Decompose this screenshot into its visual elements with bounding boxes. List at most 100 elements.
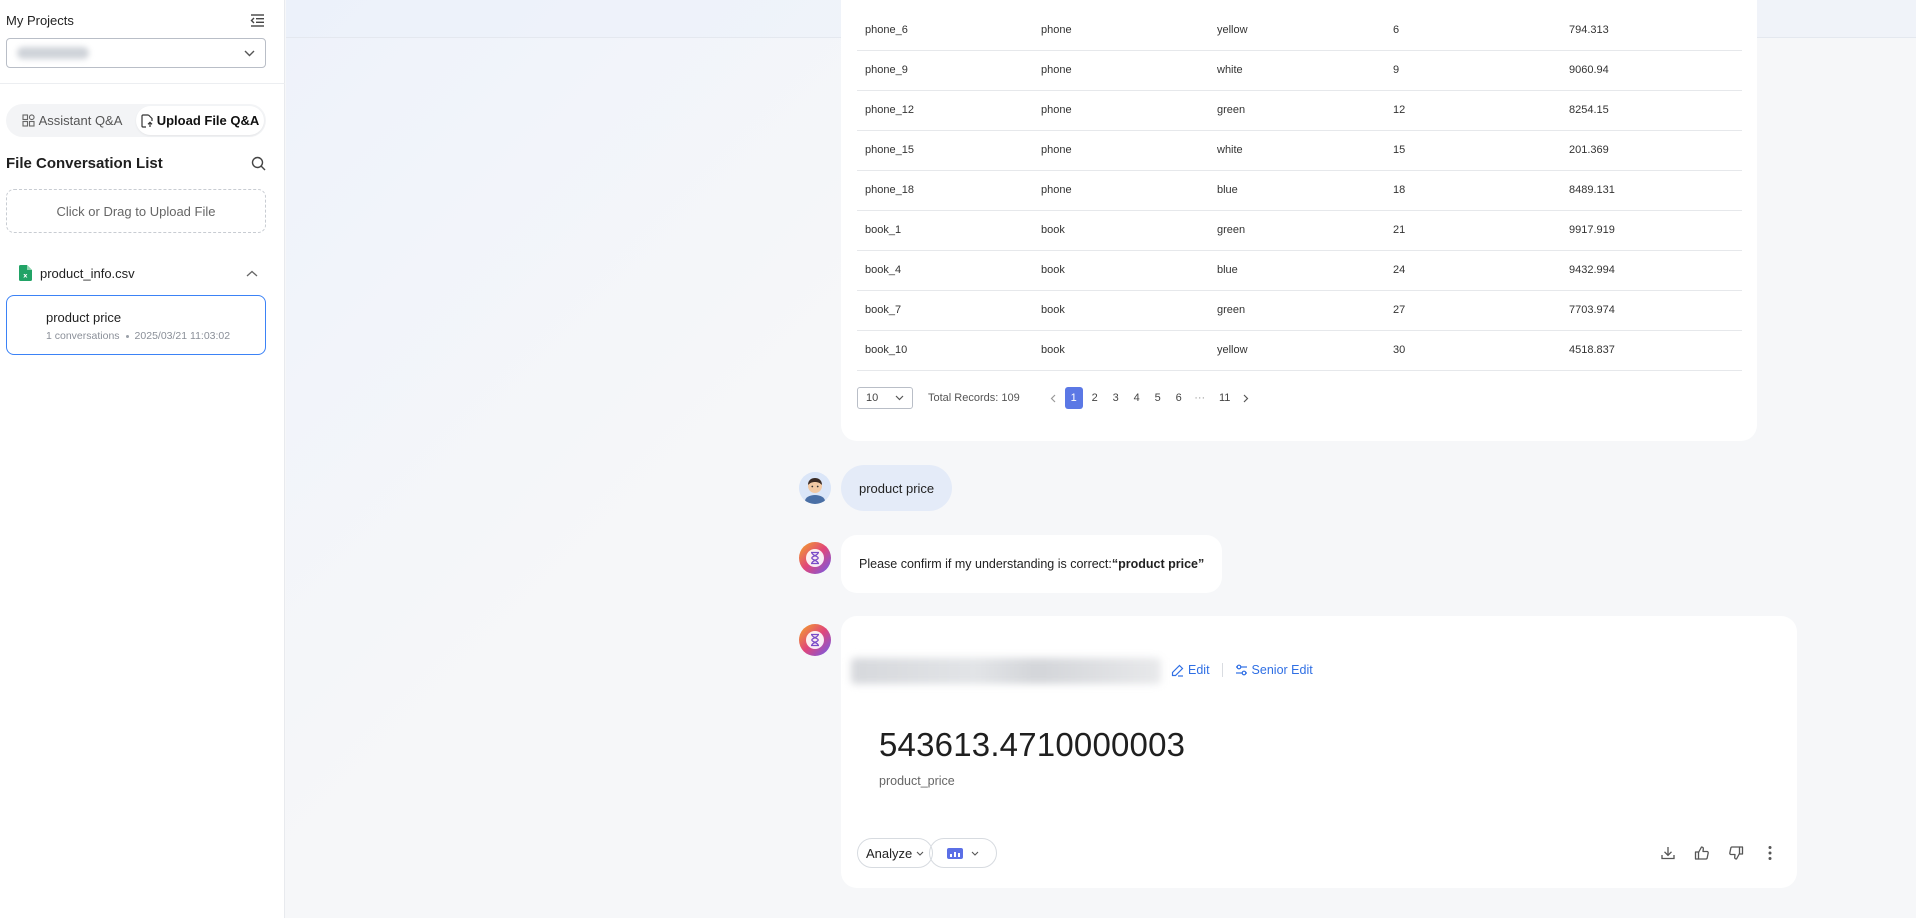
tab-upload-file-qa[interactable]: Upload File Q&A — [136, 106, 264, 135]
table-body: phone_6 phone yellow 6 794.313 phone_9 phone wh… — [857, 10, 1742, 371]
table-cell: yellow — [1209, 10, 1385, 51]
upload-dropzone[interactable]: Click or Drag to Upload File — [6, 189, 266, 233]
table-row: phone_15 phone white 15 201.369 — [857, 130, 1742, 171]
table-cell: green — [1209, 210, 1385, 251]
table-cell: 4518.837 — [1561, 330, 1742, 371]
more-button[interactable] — [1761, 844, 1779, 862]
chart-type-button[interactable] — [929, 838, 997, 868]
table-cell: phone — [1033, 170, 1209, 211]
table-cell: phone_15 — [857, 130, 1033, 171]
assistant-avatar — [799, 542, 831, 574]
thumbs-up-icon — [1694, 846, 1709, 860]
table-cell: 30 — [1385, 330, 1561, 371]
page-ellipsis[interactable]: ··· — [1191, 387, 1209, 409]
table-cell: 9 — [1385, 50, 1561, 91]
tab-assistant-qa-label: Assistant Q&A — [38, 113, 123, 128]
page-2[interactable]: 2 — [1086, 387, 1104, 409]
grid-apps-icon — [22, 114, 35, 127]
page-6[interactable]: 6 — [1170, 387, 1188, 409]
table-cell: 6 — [1385, 10, 1561, 51]
conversation-meta: 1 conversations 2025/03/21 11:03:02 — [46, 330, 265, 342]
bar-chart-icon — [947, 847, 963, 859]
file-group-header[interactable]: x product_info.csv — [18, 262, 258, 284]
table-cell: blue — [1209, 170, 1385, 211]
table-cell: white — [1209, 130, 1385, 171]
assistant-avatar — [799, 624, 831, 656]
like-button[interactable] — [1693, 844, 1711, 862]
senior-edit-label: Senior Edit — [1251, 663, 1313, 677]
table-result-card: phone_6 phone yellow 6 794.313 phone_9 phone wh… — [841, 0, 1757, 441]
search-icon[interactable] — [251, 156, 266, 171]
table-row: book_1 book green 21 9917.919 — [857, 210, 1742, 251]
table-cell: green — [1209, 90, 1385, 131]
project-select[interactable] — [6, 38, 266, 68]
table-row: phone_6 phone yellow 6 794.313 — [857, 10, 1742, 51]
result-value-label: product_price — [879, 774, 955, 788]
chevron-down-icon — [916, 851, 924, 856]
page-size-value: 10 — [866, 392, 879, 404]
table-cell: 18 — [1385, 170, 1561, 211]
table-cell: book — [1033, 250, 1209, 291]
table-cell: book — [1033, 330, 1209, 371]
page-5[interactable]: 5 — [1149, 387, 1167, 409]
page-3[interactable]: 3 — [1107, 387, 1125, 409]
table-cell: blue — [1209, 250, 1385, 291]
table-cell: 24 — [1385, 250, 1561, 291]
result-toolbar — [1659, 844, 1779, 862]
table-cell: 9917.919 — [1561, 210, 1742, 251]
table-cell: book_4 — [857, 250, 1033, 291]
table-cell: phone_18 — [857, 170, 1033, 211]
edit-button[interactable]: Edit — [1171, 663, 1210, 677]
table-cell: green — [1209, 290, 1385, 331]
table-cell: book_10 — [857, 330, 1033, 371]
sidebar-divider — [0, 83, 285, 84]
table-cell: book — [1033, 290, 1209, 331]
table-cell: 21 — [1385, 210, 1561, 251]
confirm-prefix: Please confirm if my understanding is co… — [859, 557, 1112, 571]
senior-edit-button[interactable]: Senior Edit — [1235, 663, 1313, 677]
table-cell: 8489.131 — [1561, 170, 1742, 211]
sliders-icon — [1235, 664, 1247, 676]
chevron-right-icon — [1243, 394, 1249, 402]
table-cell: phone_12 — [857, 90, 1033, 131]
table-cell: phone — [1033, 90, 1209, 131]
conversation-item[interactable]: product price 1 conversations 2025/03/21… — [6, 295, 266, 355]
table-row: book_10 book yellow 30 4518.837 — [857, 330, 1742, 371]
project-name-blurred — [17, 47, 89, 59]
sidebar: My Projects Assistant Q&A Upload File Q&… — [0, 0, 285, 918]
conversation-title: product price — [46, 310, 122, 325]
action-separator — [1221, 663, 1223, 677]
sidebar-title: My Projects — [6, 12, 74, 28]
chevron-up-icon[interactable] — [246, 270, 258, 277]
page-last[interactable]: 11 — [1216, 387, 1234, 409]
table-cell: phone_9 — [857, 50, 1033, 91]
analyze-button[interactable]: Analyze — [857, 838, 934, 868]
table-cell: phone — [1033, 50, 1209, 91]
page-size-select[interactable]: 10 — [857, 387, 913, 409]
next-page-button[interactable] — [1237, 387, 1255, 409]
download-button[interactable] — [1659, 844, 1677, 862]
table-cell: 27 — [1385, 290, 1561, 331]
table-cell: white — [1209, 50, 1385, 91]
table-cell: phone — [1033, 130, 1209, 171]
prev-page-button[interactable] — [1044, 387, 1062, 409]
file-conversation-header: File Conversation List — [6, 155, 266, 172]
pencil-icon — [1171, 664, 1184, 677]
menu-fold-icon[interactable] — [248, 11, 266, 29]
page-4[interactable]: 4 — [1128, 387, 1146, 409]
tab-assistant-qa[interactable]: Assistant Q&A — [8, 106, 136, 135]
tab-upload-file-qa-label: Upload File Q&A — [156, 113, 260, 128]
confirm-quote: “product price” — [1111, 557, 1205, 571]
page-1[interactable]: 1 — [1064, 387, 1083, 409]
dislike-button[interactable] — [1727, 844, 1745, 862]
total-records: Total Records: 109 — [928, 392, 1020, 404]
file-name: product_info.csv — [40, 265, 135, 281]
conversation-timestamp: 2025/03/21 11:03:02 — [134, 330, 231, 342]
conversation-count: 1 conversations — [46, 330, 120, 342]
table-cell: 9060.94 — [1561, 50, 1742, 91]
table-row: phone_12 phone green 12 8254.15 — [857, 90, 1742, 131]
query-text-blurred — [851, 658, 1161, 684]
meta-separator-dot — [125, 334, 129, 338]
user-avatar — [799, 472, 831, 504]
result-value: 543613.4710000003 — [879, 726, 1186, 763]
